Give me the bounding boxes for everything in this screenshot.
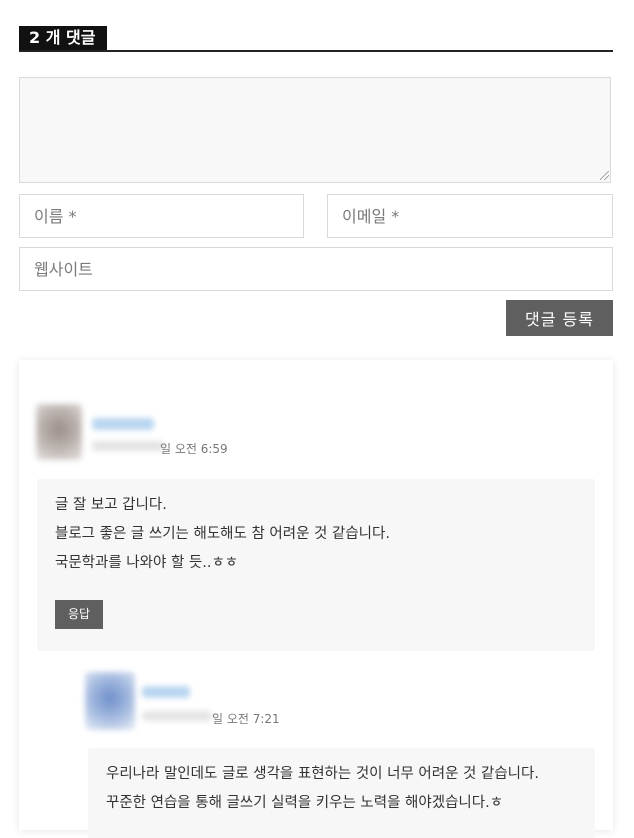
comment-text-line: 글 잘 보고 갑니다. (55, 497, 167, 513)
reply-bubble: 우리나라 말인데도 글로 생각을 표현하는 것이 너무 어려운 것 같습니다. … (88, 748, 595, 838)
submit-comment-button[interactable]: 댓글 등록 (506, 300, 613, 336)
comment-text-line: 국문학과를 나와야 할 듯..ㅎㅎ (55, 555, 239, 571)
comment-date: 일 오전 6:59 (160, 442, 228, 456)
comments-header: 2 개 댓글 (19, 26, 613, 52)
reply-avatar (85, 672, 135, 730)
reply-date-blurred (142, 711, 212, 721)
reply-date: 일 오전 7:21 (212, 712, 280, 726)
comment-text-line: 블로그 좋은 글 쓰기는 해도해도 참 어려운 것 같습니다. (55, 526, 390, 542)
reply-author-name[interactable] (142, 686, 190, 698)
resize-grip-icon[interactable] (600, 171, 609, 180)
comment-bubble: 글 잘 보고 갑니다. 블로그 좋은 글 쓰기는 해도해도 참 어려운 것 같습… (37, 479, 595, 651)
website-input[interactable] (19, 247, 613, 291)
comment-date-blurred (92, 441, 164, 451)
reply-text-line: 꾸준한 연습을 통해 글쓰기 실력을 키우는 노력을 해야겠습니다.ㅎ (106, 795, 504, 811)
comment-textarea[interactable] (19, 77, 611, 183)
comments-count-title: 2 개 댓글 (19, 26, 108, 50)
reply-button[interactable]: 응답 (55, 600, 103, 629)
commenter-avatar (36, 404, 82, 460)
email-input[interactable] (327, 194, 613, 238)
reply-text-line: 우리나라 말인데도 글로 생각을 표현하는 것이 너무 어려운 것 같습니다. (106, 766, 539, 782)
name-input[interactable] (19, 194, 304, 238)
commenter-name[interactable] (92, 418, 154, 430)
